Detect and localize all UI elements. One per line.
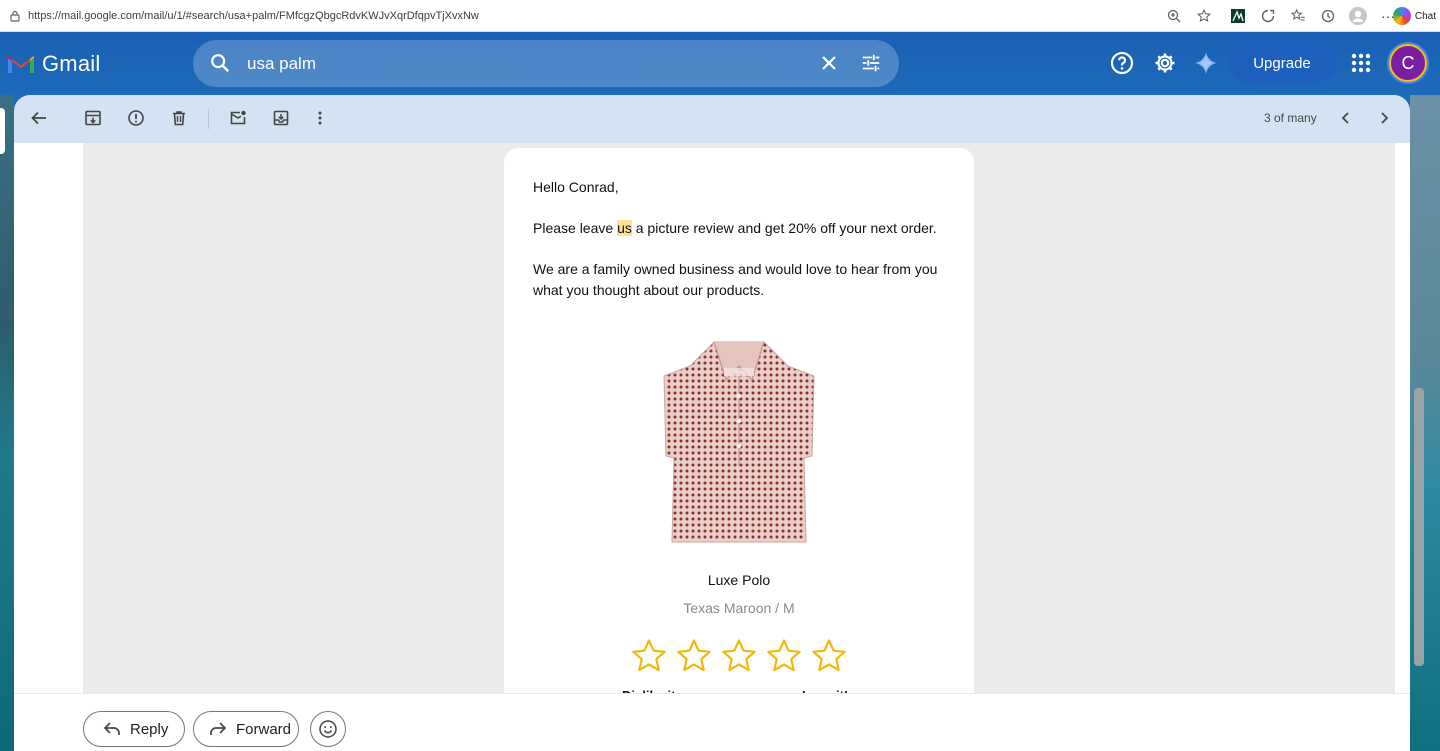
gmail-m-icon	[8, 56, 34, 73]
search-input[interactable]: usa palm	[247, 54, 316, 74]
url-field[interactable]: https://mail.google.com/mail/u/1/#search…	[4, 3, 1152, 29]
emoji-reaction-button[interactable]	[310, 711, 346, 747]
favorite-star-icon[interactable]	[1192, 4, 1216, 28]
archive-icon[interactable]	[82, 107, 104, 129]
text-span: a picture review and get 20% off your ne…	[631, 220, 937, 236]
gmail-logo[interactable]: Gmail	[6, 51, 100, 77]
message-toolbar: 3 of many	[14, 95, 1410, 143]
sync-icon[interactable]	[1256, 4, 1280, 28]
star-1-icon[interactable]	[630, 638, 668, 674]
back-arrow-icon[interactable]	[28, 107, 50, 129]
browser-address-bar: https://mail.google.com/mail/u/1/#search…	[0, 0, 1440, 32]
avatar[interactable]: C	[1389, 44, 1427, 82]
star-4-icon[interactable]	[765, 638, 803, 674]
star-2-icon[interactable]	[675, 638, 713, 674]
history-icon[interactable]	[1316, 4, 1340, 28]
move-to-icon[interactable]	[270, 107, 292, 129]
email-card: Hello Conrad, Please leave us a picture …	[504, 148, 974, 703]
chevron-left-icon[interactable]	[1335, 107, 1357, 129]
forward-label: Forward	[236, 720, 292, 738]
apps-grid-icon[interactable]	[1349, 51, 1373, 75]
search-icon[interactable]	[209, 52, 231, 74]
reply-arrow-icon	[103, 722, 120, 735]
app-name: Gmail	[42, 51, 101, 76]
star-5-icon[interactable]	[810, 638, 848, 674]
email-paragraph-1: Please leave us a picture review and get…	[533, 218, 937, 239]
reply-bar: Reply Forward	[14, 693, 1410, 751]
text-line: what you thought about our products.	[533, 282, 765, 298]
product-variant: Texas Maroon / M	[683, 600, 795, 616]
mark-unread-icon[interactable]	[227, 107, 249, 129]
reply-label: Reply	[130, 720, 169, 738]
search-highlight: us	[617, 220, 632, 236]
text-span: Please leave	[533, 220, 618, 236]
text-line: We are a family owned business and would…	[533, 261, 938, 277]
product-image[interactable]	[654, 336, 824, 548]
star-rating	[630, 638, 855, 674]
copilot-icon	[1392, 7, 1411, 25]
favorites-icon[interactable]	[1286, 4, 1310, 28]
search-options-icon[interactable]	[860, 52, 882, 74]
email-paragraph-2: We are a family owned business and would…	[533, 259, 937, 301]
background-strip-left	[0, 95, 14, 751]
zoom-icon[interactable]	[1162, 4, 1186, 28]
toolbar-divider	[208, 109, 209, 129]
forward-button[interactable]: Forward	[193, 711, 299, 747]
trash-icon[interactable]	[168, 107, 190, 129]
report-spam-icon[interactable]	[125, 107, 147, 129]
star-3-icon[interactable]	[720, 638, 758, 674]
search-bar[interactable]: usa palm	[193, 40, 899, 87]
scrollbar[interactable]	[1414, 388, 1424, 666]
forward-arrow-icon	[210, 722, 227, 735]
upgrade-button[interactable]: Upgrade	[1229, 43, 1335, 83]
reply-button[interactable]: Reply	[83, 711, 185, 747]
more-vert-icon[interactable]	[309, 107, 331, 129]
gemini-icon[interactable]	[1194, 51, 1218, 75]
product-name: Luxe Polo	[707, 572, 771, 588]
left-edge-tab	[0, 108, 5, 154]
extension-icon[interactable]	[1226, 4, 1250, 28]
chat-button[interactable]: Chat	[1392, 6, 1436, 26]
smiley-icon	[319, 720, 337, 738]
lock-icon	[8, 9, 22, 23]
chevron-right-icon[interactable]	[1373, 107, 1395, 129]
help-icon[interactable]	[1110, 51, 1134, 75]
chat-label: Chat	[1414, 10, 1436, 22]
email-greeting: Hello Conrad,	[533, 179, 619, 195]
close-icon[interactable]	[819, 53, 839, 73]
gear-icon[interactable]	[1153, 51, 1177, 75]
profile-icon[interactable]	[1346, 4, 1370, 28]
url-text: https://mail.google.com/mail/u/1/#search…	[28, 10, 479, 22]
pagination-count: 3 of many	[1264, 111, 1317, 125]
